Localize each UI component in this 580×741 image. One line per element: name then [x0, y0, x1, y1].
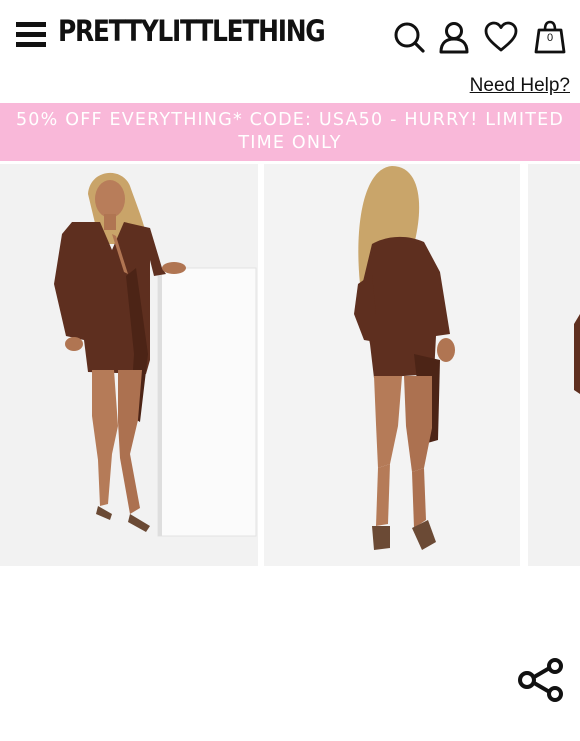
promo-banner[interactable]: 50% OFF EVERYTHING* CODE: USA50 - HURRY!… [0, 103, 580, 161]
brand-logo[interactable]: PRETTYLITTLETHING [58, 14, 326, 48]
site-header: PRETTYLITTLETHING 0 Need Help? [0, 0, 580, 96]
need-help-link[interactable]: Need Help? [470, 75, 570, 97]
hamburger-menu-icon[interactable] [16, 22, 46, 48]
product-image-back[interactable] [264, 164, 520, 566]
bag-count-badge: 0 [546, 32, 554, 44]
shopping-bag-icon[interactable]: 0 [533, 20, 567, 54]
product-image-front[interactable] [0, 164, 258, 566]
user-icon[interactable] [437, 20, 471, 54]
search-icon[interactable] [392, 20, 426, 54]
share-icon[interactable] [517, 658, 565, 702]
product-image-next-peek[interactable] [528, 164, 580, 566]
gallery-bottom-edge [0, 727, 580, 741]
heart-icon[interactable] [484, 20, 518, 54]
product-image-gallery [0, 161, 580, 741]
